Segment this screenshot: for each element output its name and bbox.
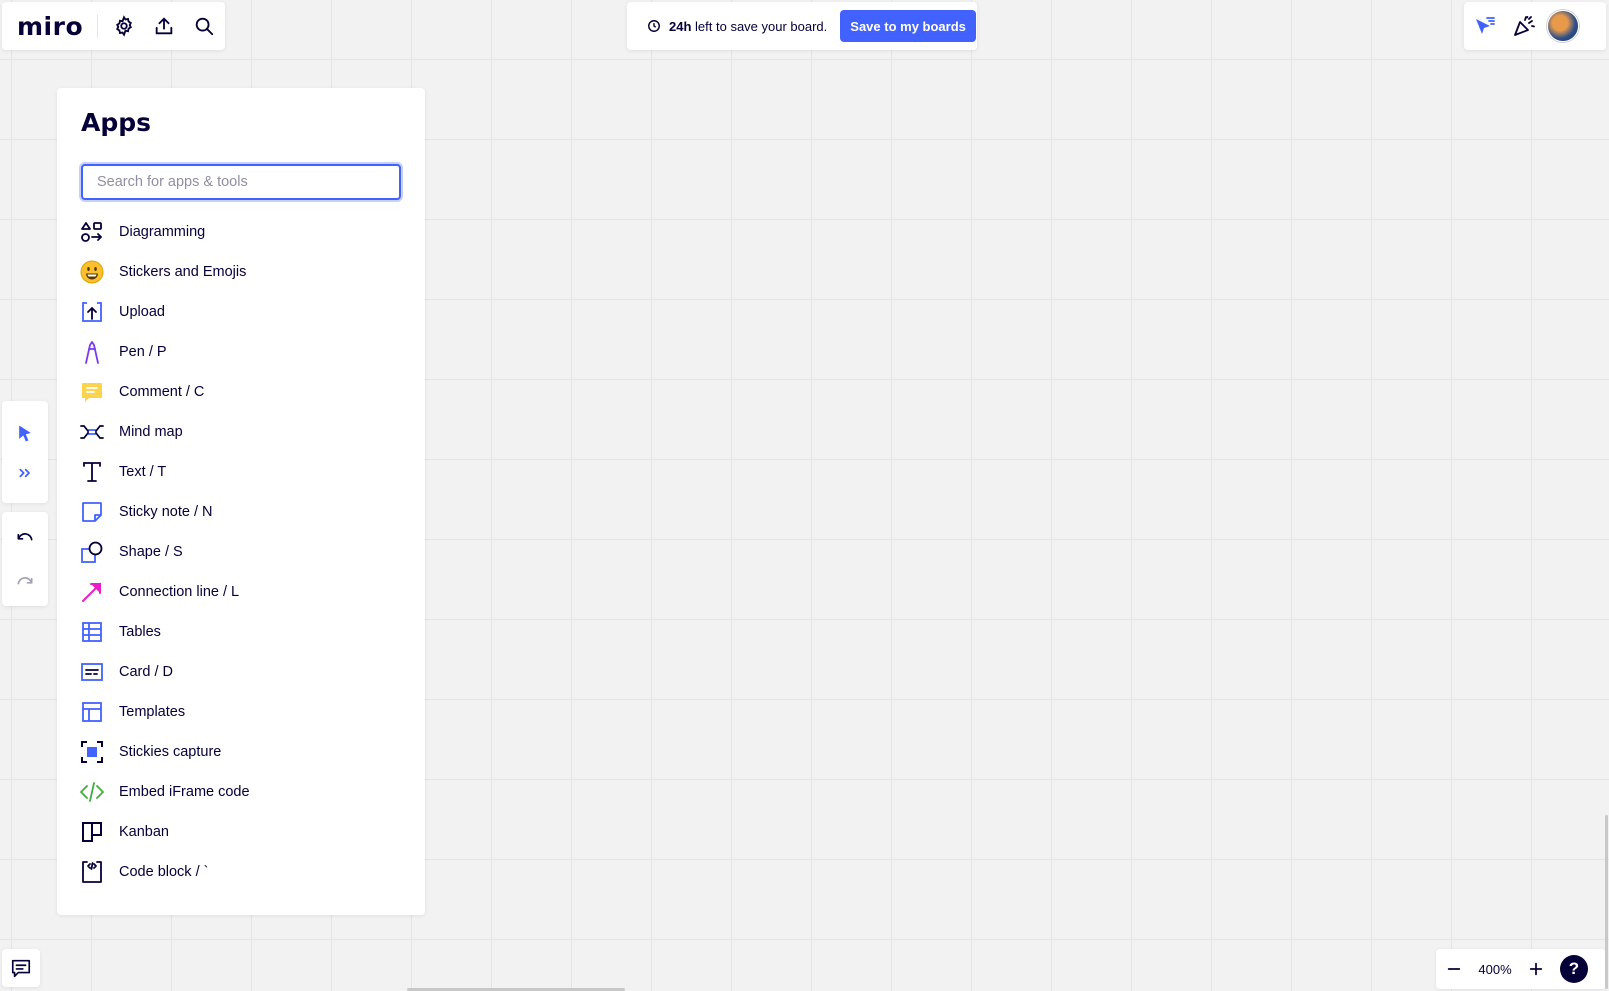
expand-toolbar-button[interactable] — [5, 453, 45, 493]
save-to-boards-button[interactable]: Save to my boards — [840, 10, 976, 42]
apps-panel-title: Apps — [81, 108, 152, 137]
app-item-mind-map[interactable]: Mind map — [79, 412, 409, 452]
save-board-banner: 24h left to save your board. Save to my … — [627, 2, 977, 50]
miro-logo[interactable]: miro — [17, 12, 97, 41]
app-item-upload[interactable]: Upload — [79, 292, 409, 332]
minus-icon — [1447, 968, 1461, 970]
pen-icon — [85, 341, 99, 364]
app-item-label: Pen / P — [119, 344, 167, 360]
celebrate-button[interactable] — [1504, 6, 1544, 46]
tools-toolbar — [2, 401, 48, 503]
select-tool-button[interactable] — [5, 413, 45, 453]
app-item-label: Templates — [119, 704, 186, 720]
app-item-label: Stickers and Emojis — [119, 264, 247, 280]
app-item-label: Kanban — [119, 824, 169, 840]
templates-icon — [82, 702, 102, 722]
undo-icon — [17, 533, 33, 541]
shape-icon — [81, 541, 103, 563]
zoom-level[interactable]: 400% — [1472, 962, 1518, 977]
app-item-stickies-capture[interactable]: Stickies capture — [79, 732, 409, 772]
app-item-label: Mind map — [119, 424, 183, 440]
app-item-label: Comment / C — [119, 384, 205, 400]
toolbar-divider — [97, 14, 98, 38]
app-item-templates[interactable]: Templates — [79, 692, 409, 732]
card-icon — [81, 663, 103, 681]
app-item-label: Card / D — [119, 664, 173, 680]
settings-button[interactable] — [104, 6, 144, 46]
diagramming-icon — [81, 222, 102, 242]
upload-icon — [155, 17, 173, 35]
undo-button[interactable] — [5, 518, 45, 558]
banner-text: left to save your board. — [695, 18, 828, 34]
comment-list-icon — [11, 959, 31, 978]
app-item-label: Connection line / L — [119, 584, 240, 600]
vertical-scrollbar[interactable] — [1605, 815, 1608, 989]
zoom-in-button[interactable] — [1518, 951, 1554, 987]
apps-panel: Apps Diagramming Stickers and Emojis Upl… — [57, 88, 425, 915]
clock-icon — [648, 20, 660, 32]
mind-map-icon — [80, 425, 104, 439]
double-chevron-right-icon — [19, 468, 30, 478]
zoom-controls: 400% ? — [1436, 949, 1606, 989]
kanban-icon — [82, 822, 102, 842]
app-item-label: Tables — [119, 624, 161, 640]
app-item-label: Upload — [119, 304, 165, 320]
app-item-label: Code block / ` — [119, 864, 209, 880]
text-icon — [83, 462, 101, 482]
app-item-connection-line[interactable]: Connection line / L — [79, 572, 409, 612]
app-item-label: Diagramming — [119, 224, 206, 240]
banner-message: 24h left to save your board. — [669, 19, 827, 34]
app-item-shape[interactable]: Shape / S — [79, 532, 409, 572]
cursor-filter-icon — [1476, 17, 1495, 34]
gear-icon — [116, 15, 132, 37]
app-item-comment[interactable]: Comment / C — [79, 372, 409, 412]
search-button[interactable] — [184, 6, 224, 46]
app-item-text[interactable]: Text / T — [79, 452, 409, 492]
app-item-label: Shape / S — [119, 544, 183, 560]
zoom-out-button[interactable] — [1436, 951, 1472, 987]
embed-code-icon — [80, 782, 104, 802]
search-icon — [195, 17, 214, 36]
code-block-icon — [82, 861, 102, 883]
app-item-card[interactable]: Card / D — [79, 652, 409, 692]
redo-icon — [17, 577, 33, 585]
help-button[interactable]: ? — [1560, 955, 1588, 983]
app-item-label: Stickies capture — [119, 744, 222, 760]
app-item-embed-iframe[interactable]: Embed iFrame code — [79, 772, 409, 812]
main-toolbar: miro — [2, 2, 225, 50]
connection-line-icon — [82, 582, 102, 602]
export-button[interactable] — [144, 6, 184, 46]
app-item-label: Text / T — [119, 464, 167, 480]
apps-search-input[interactable] — [81, 164, 401, 200]
banner-time: 24h — [669, 18, 692, 34]
comments-panel-button[interactable] — [2, 949, 40, 987]
sticky-note-icon — [82, 502, 102, 522]
app-item-diagramming[interactable]: Diagramming — [79, 212, 409, 252]
app-item-label: Embed iFrame code — [119, 784, 250, 800]
app-item-tables[interactable]: Tables — [79, 612, 409, 652]
apps-list: Diagramming Stickers and Emojis Upload P… — [79, 212, 409, 892]
table-icon — [82, 622, 102, 642]
redo-button[interactable] — [5, 562, 45, 602]
app-item-code-block[interactable]: Code block / ` — [79, 852, 409, 892]
app-item-stickers[interactable]: Stickers and Emojis — [79, 252, 409, 292]
party-popper-icon — [1514, 16, 1535, 36]
comment-icon — [82, 383, 102, 402]
upload-icon — [82, 302, 102, 322]
app-item-label: Sticky note / N — [119, 504, 213, 520]
emoji-icon — [80, 260, 104, 284]
history-toolbar — [2, 512, 48, 606]
app-item-sticky-note[interactable]: Sticky note / N — [79, 492, 409, 532]
cursor-visibility-button[interactable] — [1464, 6, 1504, 46]
plus-icon — [1529, 962, 1543, 976]
app-item-kanban[interactable]: Kanban — [79, 812, 409, 852]
cursor-icon — [19, 425, 31, 442]
user-avatar[interactable] — [1547, 10, 1579, 42]
stickies-capture-icon — [81, 741, 103, 763]
collaboration-toolbar — [1464, 2, 1606, 50]
app-item-pen[interactable]: Pen / P — [79, 332, 409, 372]
